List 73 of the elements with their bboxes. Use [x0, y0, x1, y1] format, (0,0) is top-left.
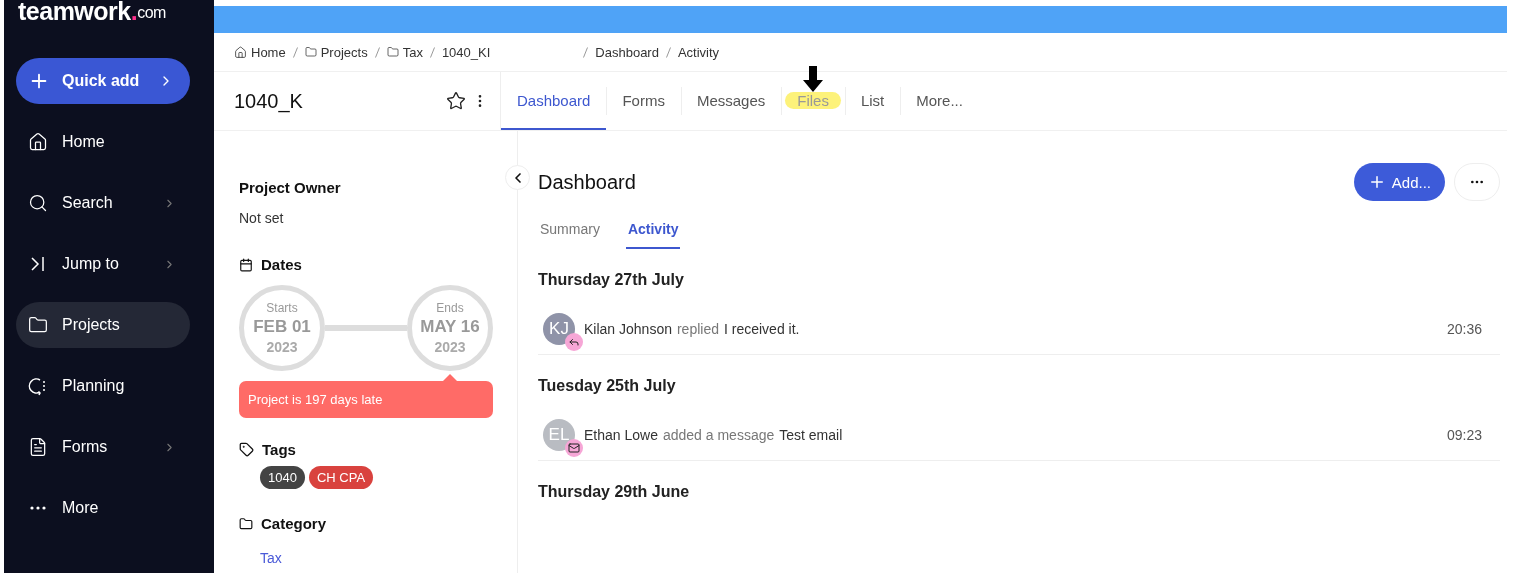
nav-item[interactable]: Jump to [16, 241, 190, 287]
date-caption: Ends [436, 301, 464, 315]
tab[interactable]: Messages [680, 72, 782, 130]
breadcrumb-link[interactable]: Projects [304, 44, 368, 60]
calendar-icon [239, 257, 253, 272]
nav-item[interactable]: Home [16, 119, 190, 165]
category-link[interactable]: Tax [260, 550, 493, 566]
date-day: MAY 16 [420, 317, 480, 337]
date-caption: Starts [266, 301, 298, 315]
activity-text: I received it. [724, 321, 801, 337]
search-icon [28, 193, 48, 213]
subtab[interactable]: Summary [538, 221, 602, 249]
owner-value: Not set [239, 210, 285, 226]
mail-badge-icon [565, 439, 583, 457]
separator-icon [374, 46, 380, 58]
section-heading: Dates [261, 256, 302, 273]
breadcrumb-link[interactable]: Activity [677, 44, 720, 60]
tag-icon [239, 442, 254, 457]
planning-icon [28, 376, 48, 396]
folder-icon [304, 46, 317, 58]
alert-pointer [443, 374, 457, 381]
quick-add-button[interactable]: Quick add [16, 58, 190, 104]
tab[interactable]: List [844, 72, 901, 130]
collapse-button[interactable] [505, 165, 530, 190]
user-name[interactable]: Ethan Lowe [584, 427, 658, 443]
user-name[interactable]: Kilan Johnson [584, 321, 672, 337]
logo: teamwork.com [17, 0, 167, 27]
date-day: FEB 01 [253, 317, 311, 337]
breadcrumb-link[interactable]: Home [234, 44, 286, 60]
date-heading: Thursday 27th July [538, 271, 685, 289]
folder-icon [239, 516, 253, 531]
separator-icon [292, 46, 298, 58]
breadcrumb-link[interactable]: Dashboard [595, 44, 659, 60]
activity-action: added a message [662, 427, 775, 443]
reply-badge-icon [565, 333, 583, 351]
tab[interactable]: Dashboard [501, 72, 607, 130]
activity-text: Test email [779, 427, 844, 443]
tag-pill[interactable]: 1040 [260, 466, 305, 489]
date-year: 2023 [434, 339, 466, 355]
section-heading: Category [261, 515, 327, 532]
date-heading: Thursday 29th June [538, 483, 691, 501]
nav-item[interactable]: Projects [16, 302, 190, 348]
home-icon [28, 132, 48, 152]
activity-action: replied [676, 321, 719, 337]
activity-time: 20:36 [1446, 321, 1482, 337]
star-button[interactable] [446, 91, 466, 111]
date-heading: Tuesday 25th July [538, 377, 677, 395]
folder-icon [28, 315, 48, 335]
section-heading: Tags [262, 441, 296, 458]
nav-item[interactable]: Planning [16, 363, 190, 409]
down-arrow-icon [803, 66, 824, 92]
date-year: 2023 [266, 339, 298, 355]
add-button[interactable]: Add... [1353, 163, 1445, 201]
home-icon [234, 45, 247, 59]
separator-icon [583, 46, 589, 58]
nav-item[interactable]: More [16, 485, 190, 531]
dashboard-title: Dashboard [538, 170, 637, 194]
subtab[interactable]: Activity [625, 221, 681, 249]
separator-icon [429, 46, 435, 58]
tab[interactable]: More... [900, 72, 979, 130]
breadcrumb-link[interactable]: Tax [386, 44, 423, 60]
separator-icon [665, 46, 671, 58]
form-icon [28, 437, 48, 457]
breadcrumb-link[interactable]: 1040_KI [441, 44, 491, 60]
tab[interactable]: Forms [606, 72, 681, 130]
project-title: 1040_K [234, 89, 304, 113]
section-heading: Project Owner [239, 179, 342, 196]
nav-item[interactable]: Search [16, 180, 190, 226]
folder-icon [386, 46, 399, 58]
activity-time: 09:23 [1446, 427, 1482, 443]
nav-item[interactable]: Forms [16, 424, 190, 470]
tag-pill[interactable]: CH CPA [308, 466, 374, 489]
more-icon [30, 506, 46, 510]
